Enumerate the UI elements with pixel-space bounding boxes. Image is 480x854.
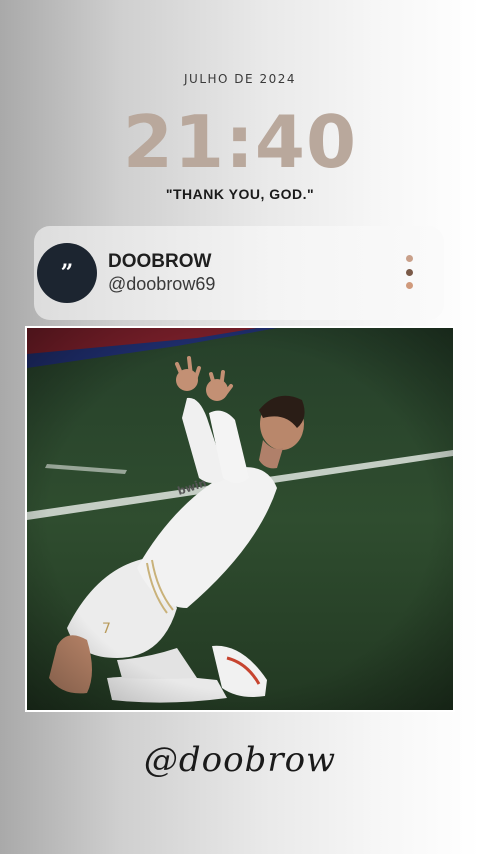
clock-time: 21:40 [122, 100, 358, 184]
profile-handle[interactable]: @doobrow69 [108, 274, 215, 295]
profile-name[interactable]: DOOBROW [108, 251, 211, 273]
post-photo[interactable]: 7 bwin [25, 326, 455, 712]
more-vertical-icon[interactable] [402, 255, 416, 289]
menu-dot [405, 282, 413, 289]
profile-card[interactable]: ” DOOBROW @doobrow69 [34, 226, 444, 320]
menu-dot [405, 268, 413, 276]
quote-mark-icon: ” [60, 260, 74, 286]
avatar[interactable]: ” [37, 243, 97, 303]
signature-handle: @doobrow [143, 740, 337, 780]
date-label: JULHO DE 2024 [184, 72, 296, 86]
player-kneeling-image: 7 bwin [27, 328, 453, 710]
quote-text: "THANK YOU, GOD." [165, 186, 315, 202]
menu-dot [405, 255, 413, 262]
